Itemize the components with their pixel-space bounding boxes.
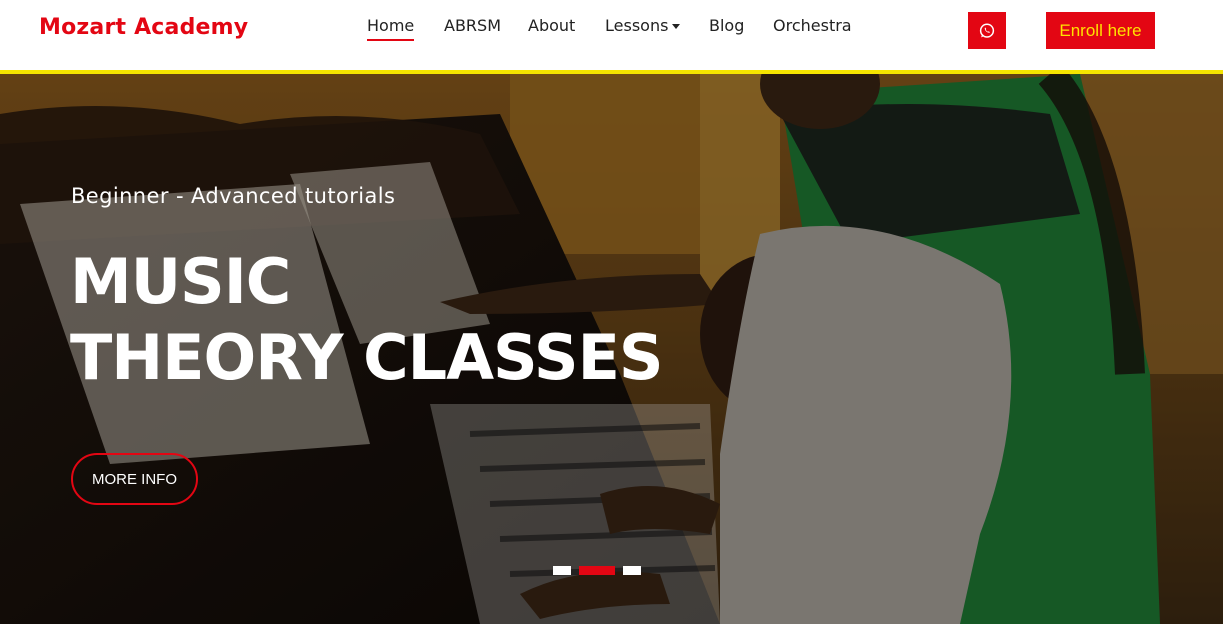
nav-lessons-label: Lessons xyxy=(605,16,669,35)
nav-abrsm[interactable]: ABRSM xyxy=(444,16,501,39)
nav-lessons[interactable]: Lessons xyxy=(605,16,681,39)
nav-about[interactable]: About xyxy=(528,16,575,39)
more-info-button[interactable]: MORE INFO xyxy=(71,453,198,505)
nav-orchestra-label: Orchestra xyxy=(773,16,852,35)
nav-home[interactable]: Home xyxy=(367,16,415,41)
site-header: Mozart Academy Home ABRSM About Lessons … xyxy=(0,0,1223,74)
nav-blog-label: Blog xyxy=(709,16,745,35)
chevron-down-icon xyxy=(672,24,681,29)
slider-dot-1[interactable] xyxy=(553,566,571,575)
enroll-button[interactable]: Enroll here xyxy=(1046,12,1155,49)
hero-slider: Beginner - Advanced tutorials MUSIC THEO… xyxy=(0,74,1223,624)
hero-title-line-2: THEORY CLASSES xyxy=(70,321,664,394)
slider-dot-2[interactable] xyxy=(579,566,615,575)
nav-home-label: Home xyxy=(367,16,415,35)
hero-title: MUSIC THEORY CLASSES xyxy=(70,244,664,396)
whatsapp-icon xyxy=(979,23,995,38)
brand-logo[interactable]: Mozart Academy xyxy=(39,15,248,40)
nav-abrsm-label: ABRSM xyxy=(444,16,501,35)
nav-orchestra[interactable]: Orchestra xyxy=(773,16,852,39)
slider-dot-3[interactable] xyxy=(623,566,641,575)
hero-title-line-1: MUSIC xyxy=(70,245,291,318)
hero-subtitle: Beginner - Advanced tutorials xyxy=(71,184,396,208)
nav-about-label: About xyxy=(528,16,576,35)
whatsapp-button[interactable] xyxy=(968,12,1006,49)
nav-blog[interactable]: Blog xyxy=(709,16,744,39)
